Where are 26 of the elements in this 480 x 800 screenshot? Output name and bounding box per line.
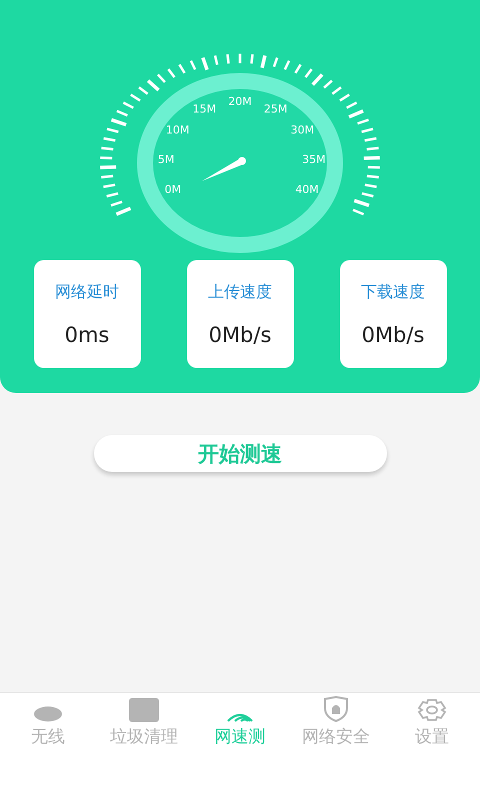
stat-value: 0ms <box>64 323 110 347</box>
gauge-label: 0M <box>164 183 182 196</box>
nav-tab[interactable]: 网络安全 <box>288 693 384 760</box>
stat-label: 网络延时 <box>55 282 119 303</box>
nav-tab[interactable]: 网速测 <box>192 693 288 760</box>
stat-label: 上传速度 <box>208 282 272 303</box>
nav-tab[interactable]: 设置 <box>384 693 480 760</box>
oval-icon <box>34 706 62 722</box>
stat-value: 0Mb/s <box>208 323 272 347</box>
start-test-button[interactable]: 开始测速 <box>94 435 386 472</box>
gauge-label: 20M <box>228 95 252 108</box>
wifi-icon <box>226 712 254 722</box>
gauge-label: 10M <box>166 124 190 137</box>
square-icon <box>129 698 159 722</box>
nav-tab[interactable]: 无线 <box>0 693 96 760</box>
gauge-label: 5M <box>158 152 174 166</box>
shield-icon <box>323 696 349 722</box>
gauge-label: 35M <box>302 152 326 166</box>
stat-value: 0Mb/s <box>362 323 424 347</box>
stat-label: 下载速度 <box>361 282 425 303</box>
gauge-label: 25M <box>264 102 288 116</box>
gauge-label: 30M <box>290 124 314 137</box>
gauge-label: 40M <box>295 183 319 196</box>
settings-icon <box>416 698 448 722</box>
nav-tab[interactable]: 垃圾清理 <box>96 693 192 760</box>
gauge-label: 15M <box>192 102 216 116</box>
